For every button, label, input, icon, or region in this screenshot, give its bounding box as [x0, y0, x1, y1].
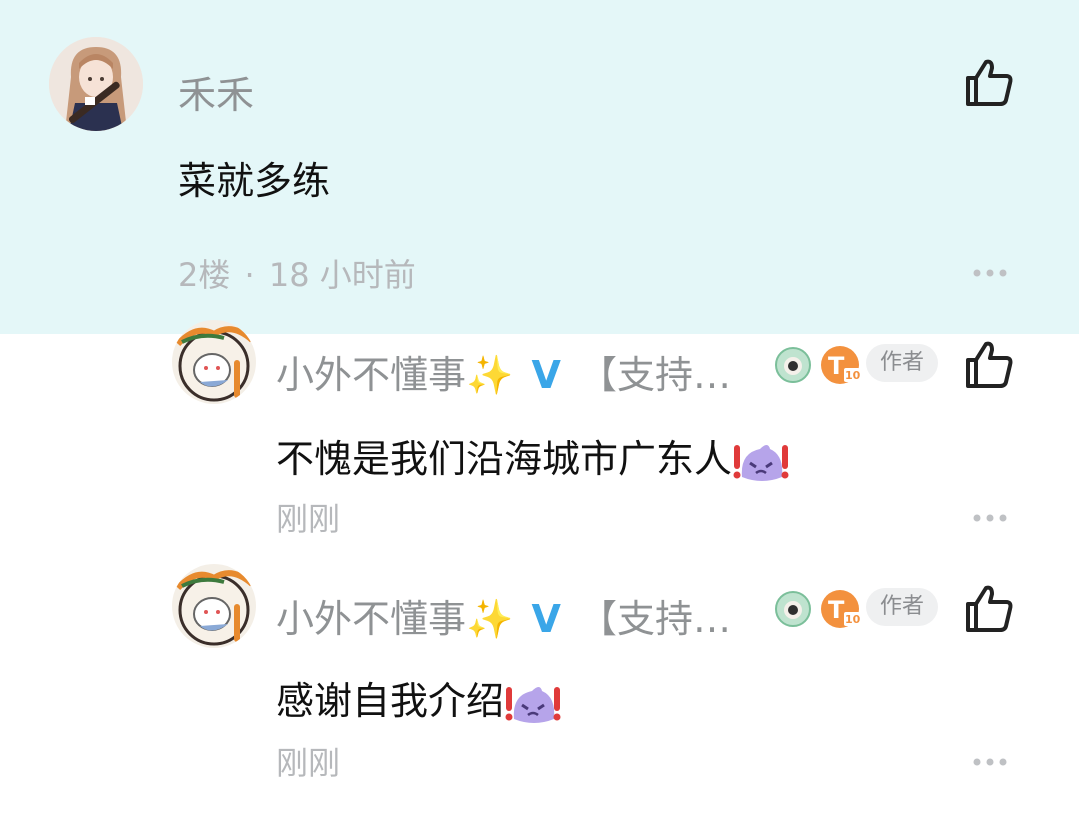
reply-time: 刚刚	[276, 500, 341, 538]
reply-text: 感谢自我介绍	[276, 679, 505, 723]
cartoon-bowl-avatar-icon	[175, 326, 255, 402]
fan-badge	[774, 590, 812, 628]
comment-time: 18 小时前	[268, 256, 416, 294]
meta-separator: ·	[244, 256, 255, 294]
verified-icon: V	[531, 353, 561, 397]
floor-number: 2楼	[178, 256, 231, 294]
level-t10-badge-icon: T 10	[821, 346, 861, 384]
author-tag: 作者	[866, 344, 938, 382]
more-dots-icon	[973, 269, 1007, 277]
like-button[interactable]	[962, 582, 1016, 636]
svg-text:T: T	[828, 596, 845, 624]
user-title: 【支持…	[578, 353, 731, 397]
round-creature-badge-icon	[775, 591, 811, 627]
more-dots-icon	[973, 514, 1007, 522]
reply-username-line[interactable]: 小外不懂事✨ V 【支持…	[276, 344, 731, 399]
level-t10-badge-icon: T 10	[821, 590, 861, 628]
main-comment-card: 禾禾 菜就多练 2楼 · 18 小时前	[0, 0, 1079, 334]
svg-text:10: 10	[845, 369, 861, 382]
main-comment-username[interactable]: 禾禾	[178, 64, 254, 119]
thumbs-up-icon	[966, 59, 1013, 106]
sparkle-icon: ✨	[466, 597, 514, 641]
more-options-button[interactable]	[972, 263, 1008, 277]
reply-text-line: 不愧是我们沿海城市广东人	[276, 428, 790, 485]
more-dots-icon	[973, 758, 1007, 766]
like-button[interactable]	[962, 56, 1016, 110]
svg-text:10: 10	[845, 613, 861, 626]
reply-username-line[interactable]: 小外不懂事✨ V 【支持…	[276, 588, 731, 643]
main-comment-text: 菜就多练	[178, 159, 331, 203]
level-badge: T 10	[820, 588, 862, 630]
more-options-button[interactable]	[972, 752, 1008, 766]
avatar[interactable]	[49, 37, 143, 131]
reply-time: 刚刚	[276, 744, 341, 782]
anime-girl-avatar-icon	[49, 37, 143, 131]
reply-avatar[interactable]	[172, 320, 256, 404]
round-creature-badge-icon	[775, 347, 811, 383]
level-badge: T 10	[820, 344, 862, 386]
purple-blob-exclaim-emoji	[733, 444, 789, 481]
purple-blob-exclaim-emoji	[505, 686, 561, 723]
more-options-button[interactable]	[972, 508, 1008, 522]
reply-text: 不愧是我们沿海城市广东人	[276, 437, 733, 481]
sparkle-icon: ✨	[466, 353, 514, 397]
reply-avatar[interactable]	[172, 564, 256, 648]
reply-username[interactable]: 小外不懂事	[276, 597, 466, 641]
user-title: 【支持…	[578, 597, 731, 641]
thumbs-up-icon	[966, 341, 1013, 388]
author-tag: 作者	[866, 588, 938, 626]
svg-text:T: T	[828, 352, 845, 380]
cartoon-bowl-avatar-icon	[175, 570, 255, 646]
like-button[interactable]	[962, 338, 1016, 392]
fan-badge	[774, 346, 812, 384]
verified-icon: V	[531, 597, 561, 641]
reply-text-line: 感谢自我介绍	[276, 670, 562, 727]
reply-username[interactable]: 小外不懂事	[276, 353, 466, 397]
thumbs-up-icon	[966, 585, 1013, 632]
main-comment-meta: 2楼 · 18 小时前	[178, 250, 416, 296]
